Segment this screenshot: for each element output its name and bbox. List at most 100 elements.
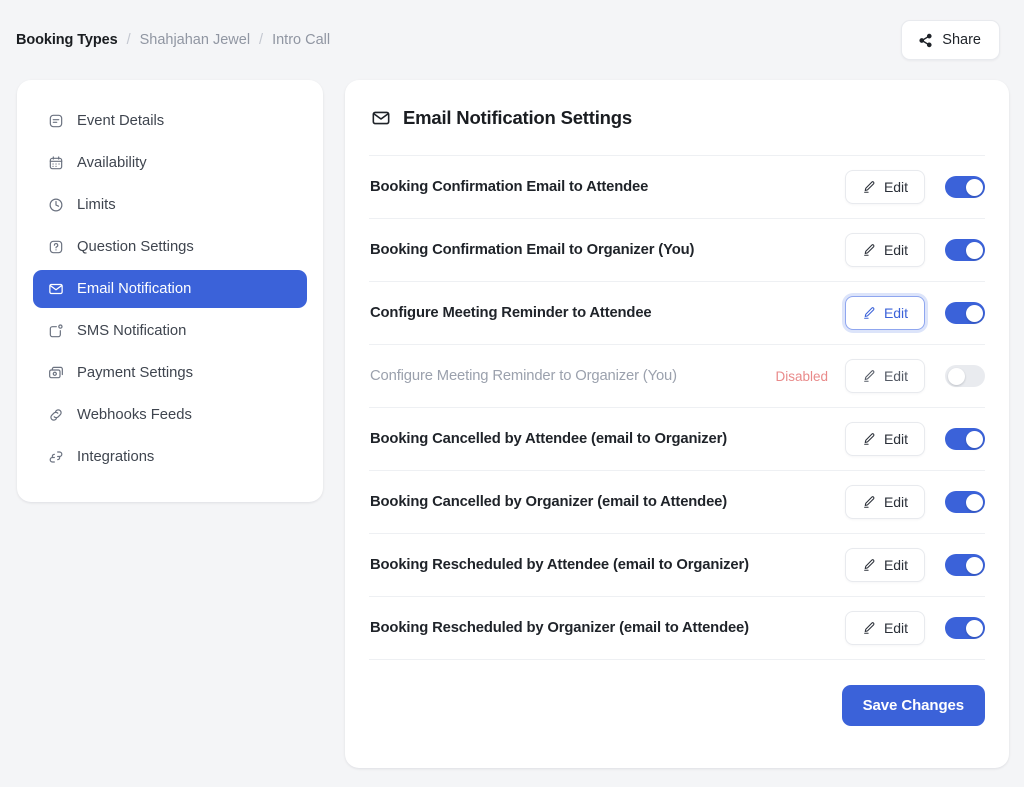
edit-button[interactable]: Edit [845,233,925,267]
calendar-icon [47,155,64,172]
sidebar-item-availability[interactable]: Availability [33,144,307,182]
sms-bubble-icon [47,323,64,340]
edit-button-label: Edit [883,179,909,195]
sidebar-item-label: Event Details [77,112,165,129]
edit-button-label: Edit [883,494,909,510]
row-label: Booking Confirmation Email to Attendee [370,179,649,195]
link-icon [47,407,64,424]
edit-button-label: Edit [883,305,909,321]
toggle-knob [965,619,983,637]
row-label: Booking Cancelled by Attendee (email to … [370,431,728,447]
topbar: Booking Types / Shahjahan Jewel / Intro … [0,0,1024,80]
toggle-switch[interactable] [945,239,985,261]
sidebar-item-event-details[interactable]: Event Details [33,102,307,140]
sidebar-item-integrations[interactable]: Integrations [33,438,307,476]
app-root: Booking Types / Shahjahan Jewel / Intro … [0,0,1024,787]
toggle-switch[interactable] [945,554,985,576]
sidebar-item-label: SMS Notification [77,322,187,339]
edit-button[interactable]: Edit [845,359,925,393]
toggle-switch[interactable] [945,491,985,513]
edit-button[interactable]: Edit [845,296,925,330]
toggle-switch[interactable] [945,176,985,198]
breadcrumb-separator-2: / [259,32,264,48]
toggle-knob [965,493,983,511]
pencil-icon [862,558,876,572]
table-row: Booking Rescheduled by Attendee (email t… [369,534,985,597]
table-row: Booking Confirmation Email to Organizer … [369,219,985,282]
pencil-icon [862,306,876,320]
share-button-label: Share [942,32,981,48]
panel-footer: Save Changes [369,660,985,726]
sidebar-item-email-notification[interactable]: Email Notification [33,270,307,308]
email-notification-panel: Email Notification Settings Booking Conf… [345,80,1009,768]
sidebar-item-webhooks-feeds[interactable]: Webhooks Feeds [33,396,307,434]
row-label: Booking Rescheduled by Attendee (email t… [370,557,749,573]
sidebar-item-label: Payment Settings [77,364,193,381]
sidebar-item-label: Webhooks Feeds [77,406,192,423]
edit-button-label: Edit [883,242,909,258]
sidebar-item-limits[interactable]: Limits [33,186,307,224]
table-row: Booking Cancelled by Organizer (email to… [369,471,985,534]
sidebar-item-label: Availability [77,154,147,171]
share-network-icon [918,33,933,48]
edit-button-label: Edit [883,431,909,447]
edit-button-label: Edit [883,368,909,384]
toggle-knob [965,241,983,259]
pencil-icon [862,369,876,383]
table-row: Configure Meeting Reminder to Organizer … [369,345,985,408]
sidebar-item-payment-settings[interactable]: Payment Settings [33,354,307,392]
breadcrumb-owner[interactable]: Shahjahan Jewel [140,32,250,48]
edit-button[interactable]: Edit [845,485,925,519]
table-row: Booking Rescheduled by Organizer (email … [369,597,985,660]
row-label: Booking Confirmation Email to Organizer … [370,242,695,258]
toggle-switch[interactable] [945,302,985,324]
sidebar-item-label: Limits [77,196,116,213]
envelope-icon [370,107,391,128]
table-row: Booking Cancelled by Attendee (email to … [369,408,985,471]
breadcrumb-root[interactable]: Booking Types [16,32,118,48]
pencil-icon [862,621,876,635]
notification-rows: Booking Confirmation Email to Attendee E… [369,156,985,660]
event-details-icon [47,113,64,130]
edit-button[interactable]: Edit [845,422,925,456]
toggle-switch[interactable] [945,617,985,639]
toggle-knob [965,556,983,574]
edit-button[interactable]: Edit [845,170,925,204]
breadcrumb-current: Intro Call [272,32,331,48]
row-label: Booking Rescheduled by Organizer (email … [370,620,749,636]
sidebar-item-sms-notification[interactable]: SMS Notification [33,312,307,350]
sidebar-item-label: Question Settings [77,238,194,255]
toggle-switch[interactable] [945,365,985,387]
sidebar-item-label: Email Notification [77,280,192,297]
edit-button[interactable]: Edit [845,611,925,645]
envelope-icon [47,281,64,298]
row-label: Configure Meeting Reminder to Organizer … [370,368,677,384]
page-title: Email Notification Settings [403,106,632,128]
payment-card-icon [47,365,64,382]
toggle-knob [965,430,983,448]
pencil-icon [862,495,876,509]
question-square-icon [47,239,64,256]
toggle-knob [965,304,983,322]
settings-sidebar: Event Details Availability Limits Questi… [17,80,323,502]
breadcrumb-separator-1: / [126,32,131,48]
table-row: Booking Confirmation Email to Attendee E… [369,156,985,219]
sidebar-item-question-settings[interactable]: Question Settings [33,228,307,266]
toggle-switch[interactable] [945,428,985,450]
row-label: Booking Cancelled by Organizer (email to… [370,494,728,510]
save-button[interactable]: Save Changes [841,685,985,726]
clock-icon [47,197,64,214]
edit-button[interactable]: Edit [845,548,925,582]
integrations-icon [47,449,64,466]
share-button[interactable]: Share [901,20,1000,60]
pencil-icon [862,243,876,257]
table-row: Configure Meeting Reminder to Attendee E… [369,282,985,345]
toggle-knob [947,367,965,385]
toggle-knob [965,178,983,196]
row-label: Configure Meeting Reminder to Attendee [370,305,652,321]
edit-button-label: Edit [883,557,909,573]
sidebar-item-label: Integrations [77,448,155,465]
edit-button-label: Edit [883,620,909,636]
panel-header: Email Notification Settings [369,80,985,155]
status-badge: Disabled [775,368,828,384]
